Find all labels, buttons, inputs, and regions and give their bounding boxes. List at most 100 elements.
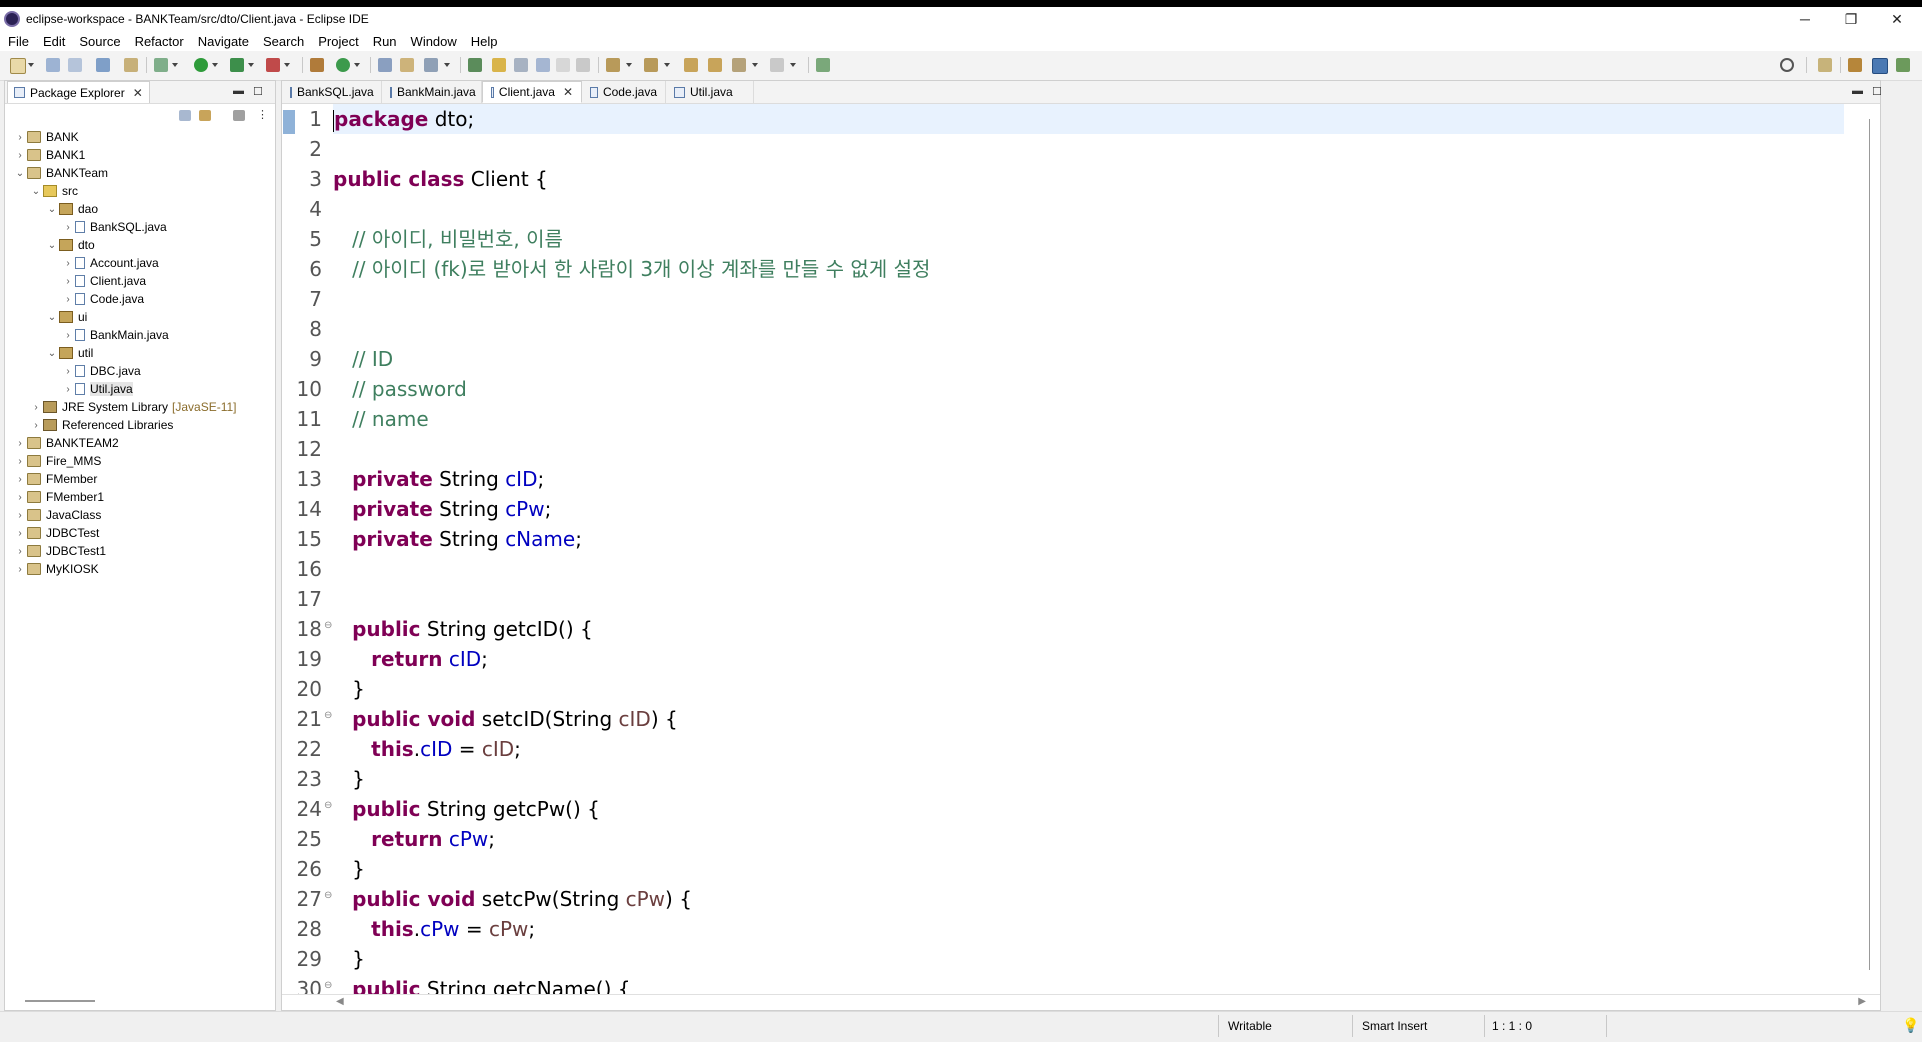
code-line[interactable] [333, 554, 1844, 584]
external-tools-dropdown-icon[interactable] [284, 63, 290, 67]
code-line[interactable]: public void setcID(String cID) { [333, 704, 1844, 734]
toggle-breadcrumb-icon[interactable] [468, 58, 482, 72]
debug-dropdown-icon[interactable] [172, 63, 178, 67]
menu-edit[interactable]: Edit [36, 34, 72, 49]
tree-item[interactable]: › DBC.java [5, 362, 275, 380]
menu-file[interactable]: File [0, 34, 36, 49]
collapsed-twisty-icon[interactable]: › [61, 294, 75, 305]
new-dropdown-icon[interactable] [28, 63, 34, 67]
code-line[interactable]: } [333, 674, 1844, 704]
editor-tab[interactable]: BankMain.java [382, 81, 482, 103]
code-line[interactable]: } [333, 944, 1844, 974]
code-line[interactable]: return cPw; [333, 824, 1844, 854]
save-all-icon[interactable] [68, 58, 82, 72]
code-editor[interactable]: 1 2 3 4 5 6 7 8 9 10 11 12 13 14 15 16 17 18 ⊖ 19 20 21 ⊖ 22 23 2… [282, 104, 1880, 995]
tree-item[interactable]: ⌄ dao [5, 200, 275, 218]
tree-item[interactable]: › BANKTEAM2 [5, 434, 275, 452]
toggle-block-selection-icon[interactable] [514, 58, 528, 72]
code-line[interactable] [333, 284, 1844, 314]
debug-icon[interactable] [154, 58, 168, 72]
fold-toggle-icon[interactable]: ⊖ [324, 800, 332, 811]
tree-item[interactable]: › JDBCTest1 [5, 542, 275, 560]
tree-item[interactable]: › Util.java [5, 380, 275, 398]
horizontal-scrollbar[interactable] [25, 1000, 95, 1002]
menu-source[interactable]: Source [72, 34, 127, 49]
collapsed-twisty-icon[interactable]: › [13, 150, 27, 161]
menu-navigate[interactable]: Navigate [191, 34, 256, 49]
minimize-view-icon[interactable]: ▬ [233, 85, 244, 97]
code-line[interactable]: public void setcPw(String cPw) { [333, 884, 1844, 914]
scroll-right-icon[interactable]: ▶ [1858, 996, 1866, 1007]
tree-item[interactable]: › Referenced Libraries [5, 416, 275, 434]
tree-item[interactable]: ⌄ ui [5, 308, 275, 326]
collapsed-twisty-icon[interactable]: › [61, 222, 75, 233]
code-line[interactable]: private String cPw; [333, 494, 1844, 524]
scroll-left-icon[interactable]: ◀ [336, 996, 344, 1007]
collapsed-twisty-icon[interactable]: › [13, 546, 27, 557]
tree-item[interactable]: ⌄ src [5, 182, 275, 200]
code-line[interactable]: private String cName; [333, 524, 1844, 554]
menu-search[interactable]: Search [256, 34, 311, 49]
code-line[interactable]: // ID [333, 344, 1844, 374]
tree-item[interactable]: › BankSQL.java [5, 218, 275, 236]
forward-edit-icon[interactable] [708, 58, 722, 72]
maximize-editor-icon[interactable]: ☐ [1872, 85, 1882, 98]
last-edit-location-icon[interactable] [684, 58, 698, 72]
run-icon[interactable] [194, 58, 208, 72]
open-console-icon[interactable] [96, 58, 110, 72]
collapsed-twisty-icon[interactable]: › [13, 132, 27, 143]
code-line[interactable]: public class Client { [333, 164, 1844, 194]
collapsed-twisty-icon[interactable]: › [61, 384, 75, 395]
tree-item[interactable]: › Client.java [5, 272, 275, 290]
collapsed-twisty-icon[interactable]: › [61, 276, 75, 287]
collapsed-twisty-icon[interactable]: › [61, 366, 75, 377]
search-tool-icon[interactable] [424, 58, 438, 72]
next-annotation-icon[interactable] [606, 58, 620, 72]
close-icon[interactable]: ✕ [133, 86, 143, 100]
debug-perspective-icon[interactable] [1896, 58, 1910, 72]
fold-toggle-icon[interactable]: ⊖ [324, 710, 332, 721]
code-line[interactable]: package dto; [333, 104, 1844, 134]
tree-item[interactable]: › JRE System Library [JavaSE-11] [5, 398, 275, 416]
collapsed-twisty-icon[interactable]: › [13, 492, 27, 503]
code-line[interactable]: return cID; [333, 644, 1844, 674]
collapsed-twisty-icon[interactable]: › [29, 420, 43, 431]
menu-refactor[interactable]: Refactor [128, 34, 191, 49]
fold-toggle-icon[interactable]: ⊖ [324, 620, 332, 631]
search-dropdown-icon[interactable] [444, 63, 450, 67]
code-line[interactable] [333, 194, 1844, 224]
link-with-editor-icon[interactable] [199, 110, 211, 121]
close-window-button[interactable]: ✕ [1874, 7, 1920, 31]
vertical-scrollbar[interactable] [1869, 119, 1876, 970]
menu-project[interactable]: Project [311, 34, 365, 49]
java-ee-perspective-icon[interactable] [1848, 58, 1862, 72]
fold-toggle-icon[interactable]: ⊖ [324, 980, 332, 991]
code-line[interactable]: } [333, 854, 1844, 884]
minimize-button[interactable]: ─ [1782, 7, 1828, 31]
expanded-twisty-icon[interactable]: ⌄ [29, 186, 43, 197]
editor-horizontal-scrollbar[interactable]: ◀ ▶ [282, 994, 1880, 1010]
tree-item[interactable]: › FMember [5, 470, 275, 488]
editor-tab[interactable]: Code.java [582, 81, 666, 103]
next-annotation-dropdown-icon[interactable] [626, 63, 632, 67]
code-line[interactable]: } [333, 764, 1844, 794]
tree-item[interactable]: › JavaClass [5, 506, 275, 524]
minimize-editor-icon[interactable]: ▬ [1852, 85, 1863, 97]
code-line[interactable] [333, 134, 1844, 164]
word-wrap-icon[interactable] [536, 58, 550, 72]
show-whitespace-icon[interactable] [556, 58, 570, 72]
code-line[interactable]: public String getcPw() { [333, 794, 1844, 824]
code-line[interactable]: this.cPw = cPw; [333, 914, 1844, 944]
expanded-twisty-icon[interactable]: ⌄ [45, 240, 59, 251]
code-line[interactable]: public String getcName() { [333, 974, 1844, 995]
tree-item[interactable]: › MyKIOSK [5, 560, 275, 578]
collapsed-twisty-icon[interactable]: › [61, 330, 75, 341]
tree-item[interactable]: › JDBCTest [5, 524, 275, 542]
collapsed-twisty-icon[interactable]: › [13, 528, 27, 539]
save-icon[interactable] [46, 58, 60, 72]
coverage-dropdown-icon[interactable] [248, 63, 254, 67]
code-line[interactable] [333, 314, 1844, 344]
open-type-icon[interactable] [378, 58, 392, 72]
previous-annotation-icon[interactable] [644, 58, 658, 72]
fold-toggle-icon[interactable]: ⊖ [324, 890, 332, 901]
